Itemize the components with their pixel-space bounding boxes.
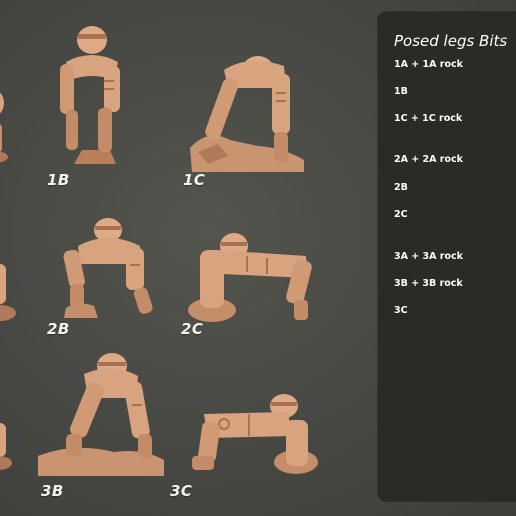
parts-list-item: 1C + 1C rock xyxy=(394,113,463,124)
panel-title: Posed legs Bits xyxy=(394,32,508,50)
miniature-2b xyxy=(58,218,166,320)
figure-label-3b: 3B xyxy=(41,482,64,500)
miniature-3a-partial xyxy=(0,415,14,475)
figure-label-2c: 2C xyxy=(181,320,204,338)
miniature-2a-partial xyxy=(0,258,18,328)
parts-list-item: 3C xyxy=(394,305,408,316)
miniature-2c xyxy=(186,226,326,326)
miniature-1c xyxy=(188,48,310,174)
miniature-3c xyxy=(188,392,324,482)
figure-label-1b: 1B xyxy=(47,171,70,189)
figure-label-3c: 3C xyxy=(170,482,193,500)
parts-list-item: 2B xyxy=(394,182,408,193)
parts-list-item: 1B xyxy=(394,86,408,97)
parts-list-item: 2A + 2A rock xyxy=(394,154,463,165)
parts-list-panel: Posed legs Bits 1A + 1A rock 1B 1C + 1C … xyxy=(378,12,516,501)
miniature-3b xyxy=(34,352,168,480)
miniature-1b xyxy=(52,22,132,167)
parts-list-item: 3B + 3B rock xyxy=(394,278,463,289)
figure-label-1c: 1C xyxy=(183,171,206,189)
parts-list-item: 2C xyxy=(394,209,408,220)
parts-list-item: 3A + 3A rock xyxy=(394,251,463,262)
parts-list-item: 1A + 1A rock xyxy=(394,59,463,70)
miniature-1a-partial xyxy=(0,85,12,165)
figure-label-2b: 2B xyxy=(47,320,70,338)
